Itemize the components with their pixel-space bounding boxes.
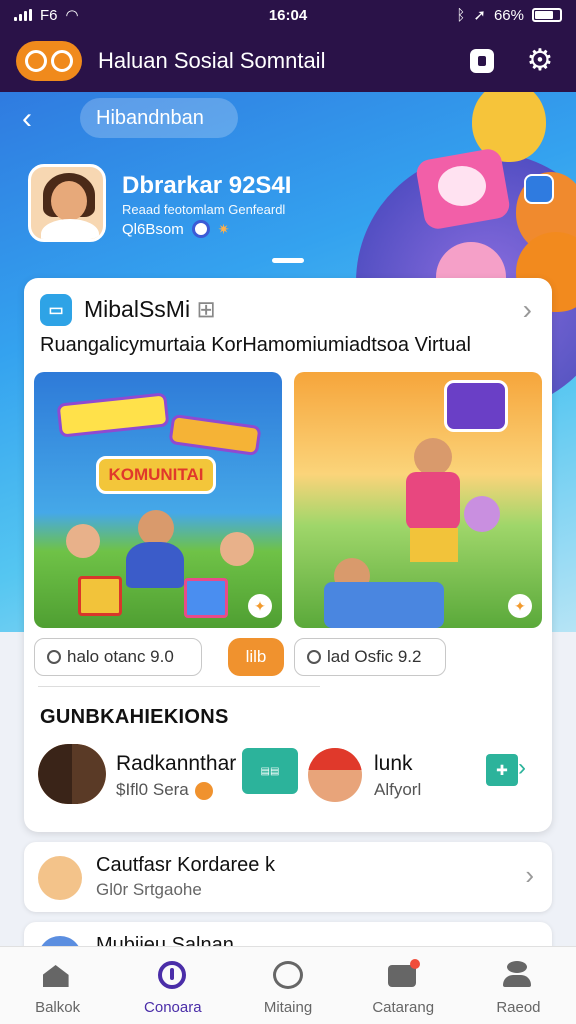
clock-icon xyxy=(47,650,61,664)
profile-stat: Ql6Bsom ✷ xyxy=(122,220,229,238)
community-tile[interactable]: KOMUNITAI ✦ xyxy=(34,372,282,628)
divider xyxy=(38,686,320,687)
location-icon: ➚ xyxy=(473,7,486,24)
avatar-2[interactable] xyxy=(308,748,362,802)
profile-stat-value: Ql6Bsom xyxy=(122,220,184,238)
signal-icon xyxy=(14,9,32,21)
back-icon[interactable]: ‹ xyxy=(22,104,32,134)
share-icon[interactable]: ✚ xyxy=(486,754,518,786)
connect-button[interactable]: ▤▤ xyxy=(242,748,298,794)
clock-icon-2 xyxy=(307,650,321,664)
playground-tile[interactable]: ✦ xyxy=(294,372,542,628)
community-banner: KOMUNITAI xyxy=(96,456,216,494)
people-icon xyxy=(503,961,532,987)
gear-icon[interactable]: ⚙ xyxy=(520,41,560,81)
connection-sub-2: Alfyorl xyxy=(374,780,422,799)
cloud-icon xyxy=(273,961,303,989)
nav-item-messages[interactable]: Catarang xyxy=(346,947,461,1024)
feature-card: ▭ MibalSsMi ⊞ › Ruangalicymurtaia KorHam… xyxy=(24,278,552,832)
chat-icon: ▭ xyxy=(40,294,72,326)
battery-icon xyxy=(532,8,562,22)
list-item[interactable]: Cautfasr Kordaree k Gl0r Srtgaohe › xyxy=(24,842,552,912)
profile-avatar[interactable] xyxy=(28,164,106,242)
star-icon: ✷ xyxy=(217,220,230,237)
avatar xyxy=(38,856,82,900)
feature-card-subtitle: Ruangalicymurtaia KorHamomiumiadtsoa Vir… xyxy=(40,334,471,356)
chevron-right-icon-2[interactable]: › xyxy=(518,754,526,782)
chevron-right-icon[interactable]: › xyxy=(523,294,532,326)
nav-item-activity[interactable]: Mitaing xyxy=(230,947,345,1024)
home-icon xyxy=(42,965,69,987)
app-title: Haluan Sosial Somntail xyxy=(98,48,326,73)
status-dot-icon xyxy=(194,781,213,800)
search-pill[interactable]: Hibandnban xyxy=(80,98,238,138)
nav-item-people[interactable]: Raeod xyxy=(461,947,576,1024)
bluetooth-icon: ᛒ xyxy=(456,6,466,24)
app-logo[interactable] xyxy=(16,41,82,81)
compass-icon xyxy=(157,961,186,989)
app-bar: Haluan Sosial Somntail ⚙ xyxy=(0,30,576,92)
connection-sub-1: $Ifl0 Sera xyxy=(116,780,213,800)
nav-item-home[interactable]: Balkok xyxy=(0,947,115,1024)
carrier-label: F6 xyxy=(40,6,58,24)
avatar[interactable] xyxy=(38,744,106,804)
list-item-sub: Gl0r Srtgaohe xyxy=(96,880,202,899)
battery-percent: 66% xyxy=(493,6,524,24)
connection-name-1[interactable]: Radkannthar xyxy=(116,752,236,776)
connection-name-2[interactable]: lunk xyxy=(374,752,413,776)
tile2-caption[interactable]: lad Osfic 9.2 xyxy=(294,638,446,676)
wifi-icon: ◠ xyxy=(65,7,79,24)
tile-badge-icon-2: ✦ xyxy=(508,594,532,618)
tag-badge[interactable]: lilb xyxy=(228,638,284,676)
connections-heading: GUNBKAHIEKIONS xyxy=(40,706,229,728)
tile-badge-icon: ✦ xyxy=(248,594,272,618)
tile1-caption[interactable]: halo otanc 9.0 xyxy=(34,638,202,676)
profile-subtitle: Reaad feotomlam Genfeardl xyxy=(122,202,286,217)
feature-card-title[interactable]: MibalSsMi ⊞ xyxy=(84,296,216,323)
drag-handle[interactable] xyxy=(272,258,304,263)
camera-icon[interactable] xyxy=(462,41,502,81)
message-icon xyxy=(388,959,421,987)
nav-item-explore[interactable]: Conoara xyxy=(115,947,230,1024)
chevron-right-icon[interactable]: › xyxy=(525,860,534,891)
bottom-nav: Balkok Conoara Mitaing Catarang Raeod xyxy=(0,946,576,1024)
list-item-title: Cautfasr Kordaree k xyxy=(96,854,275,876)
status-bar: F6 ◠ 16:04 ᛒ ➚ 66% xyxy=(0,0,576,30)
profile-name: Dbrarkar 92S4I xyxy=(122,172,292,199)
verified-icon xyxy=(191,220,210,238)
